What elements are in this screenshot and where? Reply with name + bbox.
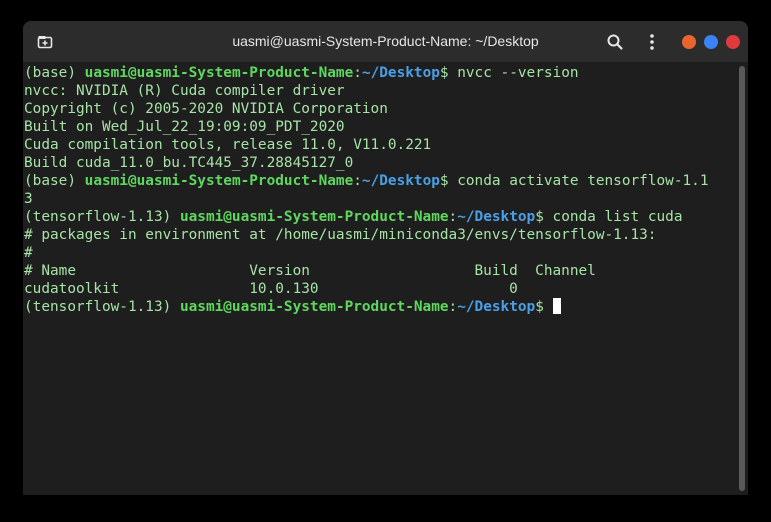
maximize-button[interactable] [704, 35, 718, 49]
menu-icon[interactable] [644, 33, 660, 51]
prompt-env: (tensorflow-1.13) [24, 299, 180, 315]
prompt-user-host: uasmi@uasmi-System-Product-Name [84, 65, 354, 81]
prompt-line: (tensorflow-1.13) uasmi@uasmi-System-Pro… [24, 298, 736, 316]
prompt-path: ~/Desktop [361, 173, 440, 189]
terminal-text: (base) uasmi@uasmi-System-Product-Name:~… [24, 64, 736, 316]
output-line: Cuda compilation tools, release 11.0, V1… [24, 136, 736, 154]
output-text: Copyright (c) 2005-2020 NVIDIA Corporati… [24, 101, 388, 117]
output-line: Built on Wed_Jul_22_19:09:09_PDT_2020 [24, 118, 736, 136]
output-line: nvcc: NVIDIA (R) Cuda compiler driver [24, 82, 736, 100]
prompt-user-host: uasmi@uasmi-System-Product-Name [179, 299, 449, 315]
title-bar: uasmi@uasmi-System-Product-Name: ~/Deskt… [23, 21, 748, 62]
output-line: # packages in environment at /home/uasmi… [24, 226, 736, 244]
prompt-command: $ [535, 299, 553, 315]
prompt-command: $ conda list cuda [535, 209, 683, 225]
prompt-env: (tensorflow-1.13) [24, 209, 180, 225]
terminal-window: uasmi@uasmi-System-Product-Name: ~/Deskt… [23, 21, 748, 495]
output-text: Built on Wed_Jul_22_19:09:09_PDT_2020 [24, 119, 345, 135]
close-button[interactable] [726, 35, 740, 49]
output-text: Cuda compilation tools, release 11.0, V1… [24, 137, 432, 153]
output-line: Copyright (c) 2005-2020 NVIDIA Corporati… [24, 100, 736, 118]
output-text: nvcc: NVIDIA (R) Cuda compiler driver [24, 83, 345, 99]
prompt-separator: : [448, 299, 458, 315]
prompt-separator: : [353, 173, 362, 189]
prompt-line: (base) uasmi@uasmi-System-Product-Name:~… [24, 64, 736, 82]
terminal-output-area[interactable]: (base) uasmi@uasmi-System-Product-Name:~… [23, 62, 736, 495]
minimize-button[interactable] [682, 35, 696, 49]
prompt-command: $ conda activate tensorflow-1.1 [439, 173, 709, 189]
prompt-path: ~/Desktop [457, 209, 536, 225]
scrollbar[interactable] [736, 62, 748, 495]
output-line: # [24, 244, 736, 262]
window-title: uasmi@uasmi-System-Product-Name: ~/Deskt… [232, 33, 539, 49]
output-line: Build cuda_11.0_bu.TC445_37.28845127_0 [24, 154, 736, 172]
output-text: # packages in environment at /home/uasmi… [24, 227, 657, 243]
prompt-env: (base) [24, 173, 85, 189]
text-cursor [552, 298, 561, 314]
output-text: # [24, 245, 33, 261]
prompt-path: ~/Desktop [457, 299, 536, 315]
output-text: # Name Version Build Channel [24, 263, 596, 279]
prompt-path: ~/Desktop [361, 65, 440, 81]
prompt-user-host: uasmi@uasmi-System-Product-Name [84, 173, 354, 189]
prompt-separator: : [353, 65, 362, 81]
output-line: cudatoolkit 10.0.130 0 [24, 280, 736, 298]
output-text: Build cuda_11.0_bu.TC445_37.28845127_0 [24, 155, 354, 171]
prompt-line: (base) uasmi@uasmi-System-Product-Name:~… [24, 172, 736, 190]
output-text: cudatoolkit 10.0.130 0 [24, 281, 518, 297]
prompt-user-host: uasmi@uasmi-System-Product-Name [179, 209, 449, 225]
prompt-separator: : [448, 209, 458, 225]
output-line: # Name Version Build Channel [24, 262, 736, 280]
output-text: 3 [24, 191, 33, 207]
prompt-command: $ nvcc --version [439, 65, 579, 81]
scrollbar-thumb[interactable] [739, 66, 745, 491]
search-icon[interactable] [606, 33, 624, 51]
prompt-env: (base) [24, 65, 85, 81]
prompt-line: (tensorflow-1.13) uasmi@uasmi-System-Pro… [24, 208, 736, 226]
output-line: 3 [24, 190, 736, 208]
